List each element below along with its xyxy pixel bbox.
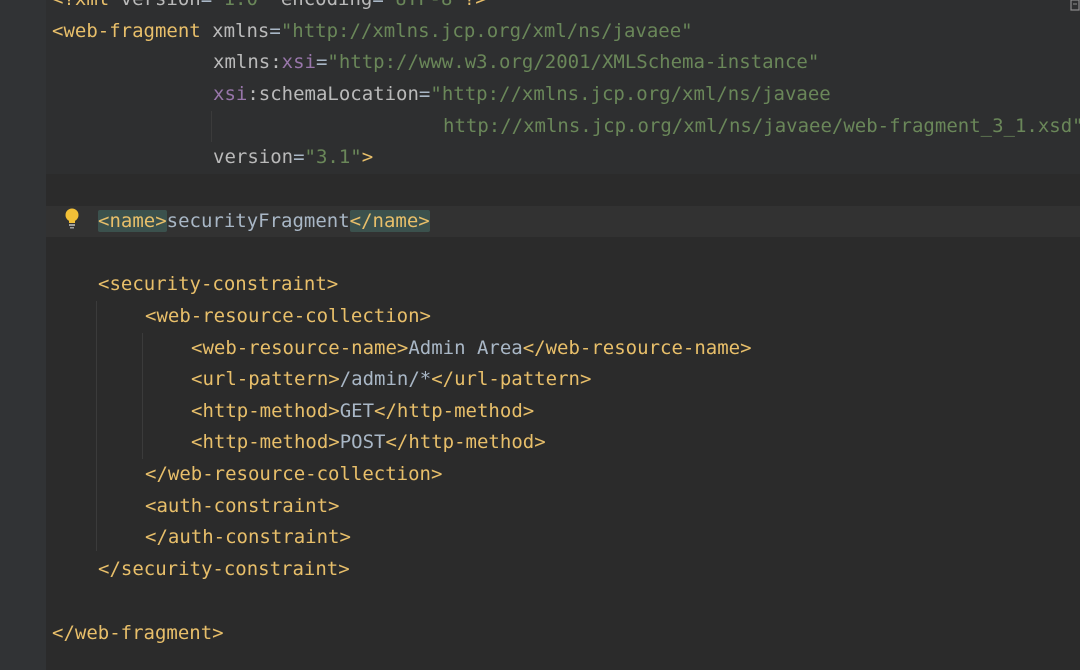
code-token: > — [361, 146, 374, 168]
code-token: </url-pattern> — [431, 368, 592, 390]
code-token: version — [213, 146, 294, 168]
code-line[interactable]: xmlns:xsi="http://www.w3.org/2001/XMLSch… — [213, 47, 819, 78]
code-token: xmlns — [212, 20, 270, 42]
code-token: = — [372, 0, 383, 10]
code-token: "1.0" — [212, 0, 281, 10]
code-token: xsi — [281, 51, 316, 73]
code-token: POST — [339, 431, 386, 453]
code-token: "http://xmlns.jcp.org/xml/ns/javaee" — [280, 20, 693, 42]
code-token: </http-method> — [374, 400, 535, 422]
code-token: = — [293, 146, 305, 168]
indent-guide — [211, 111, 212, 142]
code-token: <web-resource-name> — [191, 337, 409, 359]
code-token: Admin Area — [408, 337, 523, 359]
indent-guide — [142, 333, 143, 459]
code-token: xmlns: — [213, 51, 282, 73]
code-line[interactable]: <auth-constraint> — [145, 491, 339, 522]
code-line[interactable]: http://xmlns.jcp.org/xml/ns/javaee/web-f… — [443, 111, 1080, 142]
code-token: <web-resource-collection> — [145, 305, 431, 327]
code-line[interactable]: </web-resource-collection> — [145, 459, 442, 490]
lightbulb-icon[interactable] — [63, 207, 81, 229]
code-token: "http://xmlns.jcp.org/xml/ns/javaee — [430, 83, 831, 105]
code-token: <web-fragment — [52, 20, 213, 42]
code-token: http://xmlns.jcp.org/xml/ns/javaee/web-f… — [443, 115, 1080, 137]
code-line[interactable]: <url-pattern>/admin/*</url-pattern> — [191, 364, 591, 395]
code-token: </http-method> — [385, 431, 546, 453]
code-token: <url-pattern> — [191, 368, 340, 390]
tool-window-icon[interactable] — [1070, 0, 1080, 14]
code-line[interactable]: <?xml version="1.0" encoding="UTF-8"?> — [52, 0, 487, 15]
code-line[interactable]: </auth-constraint> — [145, 522, 351, 553]
code-line[interactable]: <security-constraint> — [98, 269, 338, 300]
code-token: :schemaLocation — [247, 83, 419, 105]
code-token: <auth-constraint> — [145, 495, 340, 517]
matched-tag: <name> — [98, 210, 167, 232]
code-line[interactable]: </web-fragment> — [52, 618, 224, 649]
code-line[interactable]: <name>securityFragment</name> — [98, 206, 430, 237]
code-line[interactable]: <web-resource-name>Admin Area</web-resou… — [191, 333, 752, 364]
editor-gutter[interactable] — [0, 0, 46, 670]
code-token: ?> — [464, 0, 487, 10]
matched-tag: </name> — [349, 210, 430, 232]
code-token: /admin/* — [339, 368, 432, 390]
code-token: <http-method> — [191, 400, 340, 422]
code-token: <?xml — [52, 0, 121, 10]
code-token: </security-constraint> — [98, 558, 350, 580]
code-token: GET — [339, 400, 375, 422]
code-token: = — [269, 20, 281, 42]
code-token: = — [315, 51, 328, 73]
code-token: "http://www.w3.org/2001/XMLSchema-instan… — [327, 51, 820, 73]
code-line[interactable]: <http-method>POST</http-method> — [191, 427, 546, 458]
code-token: = — [418, 83, 431, 105]
code-token: </web-resource-collection> — [145, 463, 443, 485]
code-token: version — [121, 0, 201, 10]
indent-guide — [96, 301, 97, 551]
code-line[interactable]: <web-fragment xmlns="http://xmlns.jcp.or… — [52, 16, 693, 47]
code-token: <http-method> — [191, 431, 340, 453]
code-token: "3.1" — [304, 146, 362, 168]
code-token: "UTF-8" — [384, 0, 464, 10]
code-line[interactable]: </security-constraint> — [98, 554, 350, 585]
code-line[interactable]: <web-resource-collection> — [145, 301, 431, 332]
code-token: xsi — [213, 83, 248, 105]
code-token: </auth-constraint> — [145, 526, 351, 548]
code-token: <security-constraint> — [98, 273, 339, 295]
code-line[interactable]: <http-method>GET</http-method> — [191, 396, 534, 427]
code-token: encoding — [281, 0, 373, 10]
code-token: </web-fragment> — [52, 622, 224, 644]
code-line[interactable]: version="3.1"> — [213, 142, 373, 173]
code-token: securityFragment — [166, 210, 350, 232]
code-token: </web-resource-name> — [522, 337, 752, 359]
code-line[interactable]: xsi:schemaLocation="http://xmlns.jcp.org… — [213, 79, 831, 110]
code-token: = — [201, 0, 212, 10]
